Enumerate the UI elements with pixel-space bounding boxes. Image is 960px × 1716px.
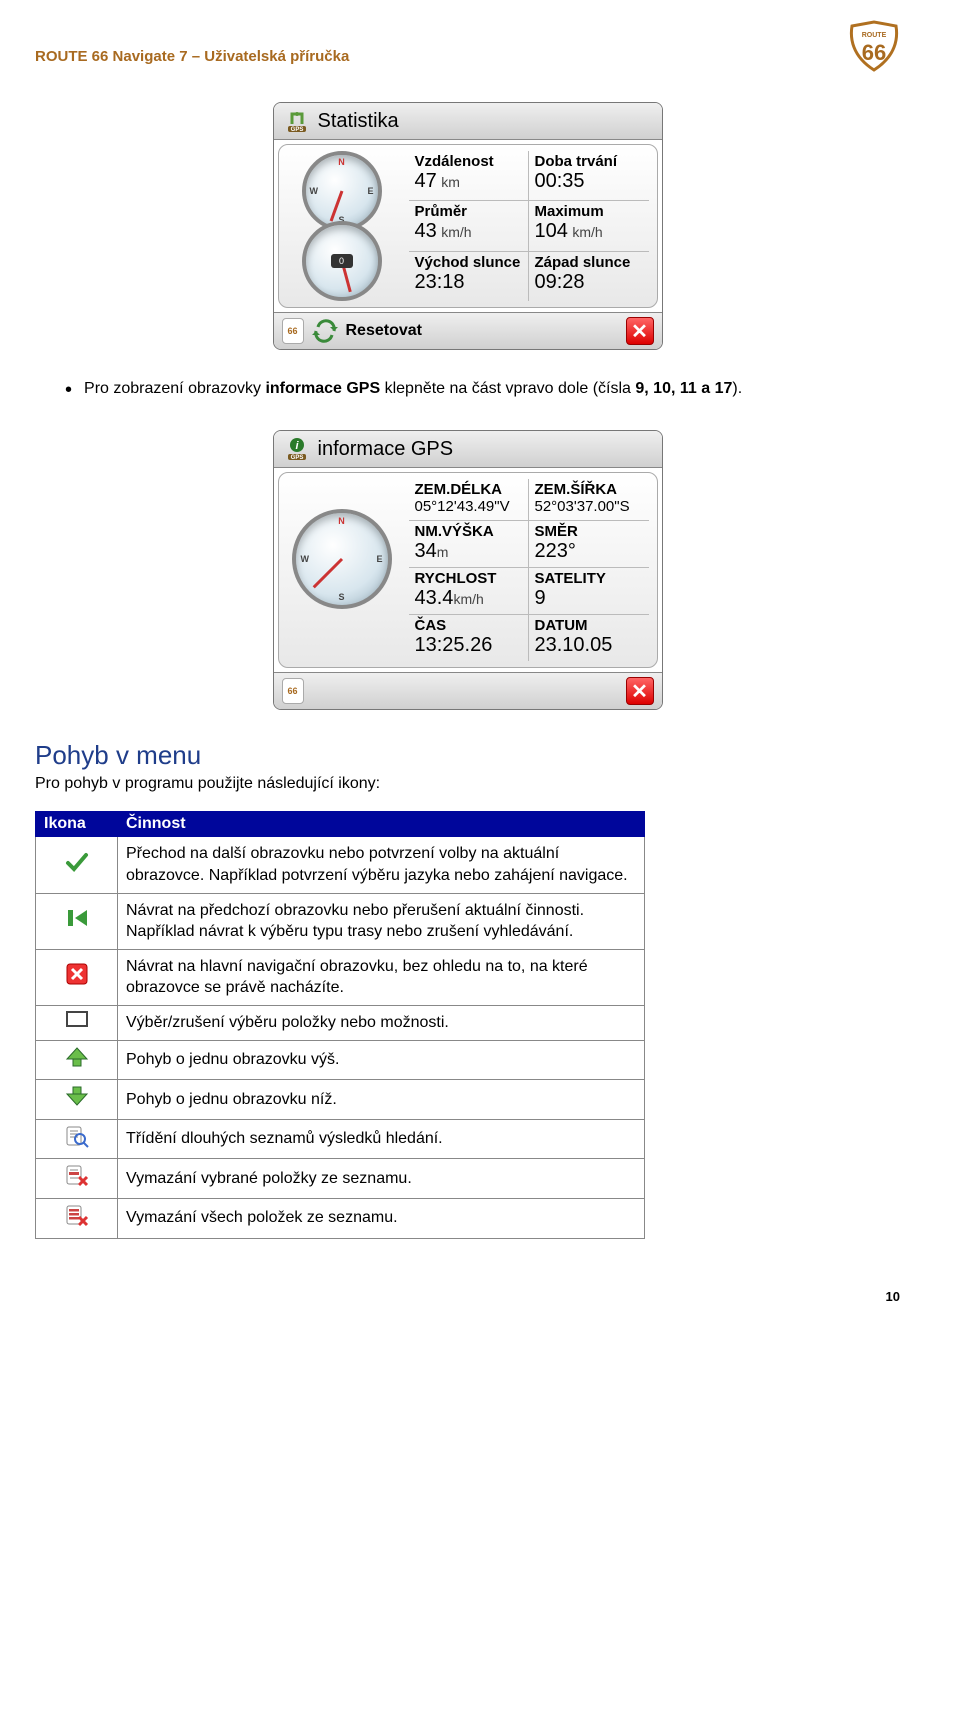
gps-label: RYCHLOST bbox=[415, 570, 522, 587]
back-icon bbox=[36, 893, 118, 949]
gps-info-icon: GPS i bbox=[284, 436, 310, 462]
svg-text:ROUTE: ROUTE bbox=[862, 32, 887, 39]
gps-titlebar: GPS i informace GPS bbox=[274, 431, 662, 468]
row-desc: Výběr/zrušení výběru položky nebo možnos… bbox=[118, 1005, 645, 1040]
gps-value: 23.10.05 bbox=[535, 634, 613, 656]
compass-gauge-icon: N S W E bbox=[292, 509, 392, 609]
table-row: Výběr/zrušení výběru položky nebo možnos… bbox=[36, 1005, 645, 1040]
stat-value: 43 bbox=[415, 220, 437, 242]
row-desc: Pohyb o jednu obrazovku výš. bbox=[118, 1040, 645, 1080]
row-desc: Vymazání všech položek ze seznamu. bbox=[118, 1198, 645, 1238]
route66-mini-icon[interactable]: 66 bbox=[282, 318, 304, 344]
stat-value: 47 bbox=[415, 170, 437, 192]
table-row: Třídění dlouhých seznamů výsledků hledán… bbox=[36, 1119, 645, 1159]
stats-footer: 66 Resetovat ✕ bbox=[274, 312, 662, 349]
compass-gauge-icon: N S W E bbox=[302, 151, 382, 231]
section-heading: Pohyb v menu bbox=[35, 740, 900, 771]
stat-label: Západ slunce bbox=[535, 254, 643, 271]
stats-titlebar: GPS Statistika bbox=[274, 103, 662, 140]
gps-value: 05°12'43.49"V bbox=[415, 498, 510, 515]
reset-icon[interactable] bbox=[312, 318, 338, 344]
sort-magnifier-icon bbox=[36, 1119, 118, 1159]
delete-item-icon bbox=[36, 1159, 118, 1199]
gps-label: DATUM bbox=[535, 617, 643, 634]
gps-value: 43.4 bbox=[415, 587, 454, 609]
section-intro: Pro pohyb v programu použijte následujíc… bbox=[35, 775, 900, 793]
reset-button[interactable]: Resetovat bbox=[346, 322, 422, 340]
stats-title: Statistika bbox=[318, 110, 399, 133]
table-row: Návrat na hlavní navigační obrazovku, be… bbox=[36, 949, 645, 1005]
stats-panel: N S W E 0 Vzdálenost47 km Doba trvání00:… bbox=[278, 144, 658, 308]
stat-value: 00:35 bbox=[535, 170, 585, 192]
gps-label: ČAS bbox=[415, 617, 522, 634]
stat-label: Maximum bbox=[535, 203, 643, 220]
stat-value: 23:18 bbox=[415, 271, 465, 293]
gps-value: 34 bbox=[415, 540, 437, 562]
heading-gauge-icon: 0 bbox=[302, 221, 382, 301]
gps-value: 223° bbox=[535, 540, 576, 562]
checkbox-icon bbox=[36, 1005, 118, 1040]
row-desc: Přechod na další obrazovku nebo potvrzen… bbox=[118, 837, 645, 893]
scroll-down-icon bbox=[36, 1080, 118, 1120]
row-desc: Třídění dlouhých seznamů výsledků hledán… bbox=[118, 1119, 645, 1159]
table-row: Pohyb o jednu obrazovku níž. bbox=[36, 1080, 645, 1120]
close-icon[interactable]: ✕ bbox=[626, 317, 654, 345]
gps-screenshot: GPS i informace GPS N S W E ZEM.DÉLKA05°… bbox=[273, 430, 663, 710]
row-desc: Vymazání vybrané položky ze seznamu. bbox=[118, 1159, 645, 1199]
stat-label: Doba trvání bbox=[535, 153, 643, 170]
stats-screenshot: GPS Statistika N S W E 0 bbox=[273, 102, 663, 350]
gauges: N S W E 0 bbox=[287, 151, 397, 301]
home-close-icon bbox=[36, 949, 118, 1005]
bullet-paragraph: • Pro zobrazení obrazovky informace GPS … bbox=[65, 378, 850, 400]
gps-value: 13:25.26 bbox=[415, 634, 493, 656]
confirm-icon bbox=[36, 837, 118, 893]
route66-shield-icon: ROUTE 66 bbox=[848, 20, 900, 72]
route66-mini-icon[interactable]: 66 bbox=[282, 678, 304, 704]
gps-label: SMĚR bbox=[535, 523, 643, 540]
th-action: Činnost bbox=[118, 812, 645, 837]
table-row: Pohyb o jednu obrazovku výš. bbox=[36, 1040, 645, 1080]
stat-label: Průměr bbox=[415, 203, 522, 220]
svg-text:GPS: GPS bbox=[290, 455, 303, 461]
stat-label: Vzdálenost bbox=[415, 153, 522, 170]
table-row: Vymazání vybrané položky ze seznamu. bbox=[36, 1159, 645, 1199]
gps-compass: N S W E bbox=[287, 479, 397, 661]
gps-panel: N S W E ZEM.DÉLKA05°12'43.49"V ZEM.ŠÍŘKA… bbox=[278, 472, 658, 668]
table-row: Přechod na další obrazovku nebo potvrzen… bbox=[36, 837, 645, 893]
gps-label: SATELITY bbox=[535, 570, 643, 587]
delete-all-icon bbox=[36, 1198, 118, 1238]
header-title: ROUTE 66 Navigate 7 – Uživatelská příruč… bbox=[35, 48, 349, 65]
row-desc: Pohyb o jednu obrazovku níž. bbox=[118, 1080, 645, 1120]
stats-grid: Vzdálenost47 km Doba trvání00:35 Průměr4… bbox=[409, 151, 649, 301]
stat-value: 09:28 bbox=[535, 271, 585, 293]
gps-value: 52°03'37.00"S bbox=[535, 498, 630, 515]
stat-label: Východ slunce bbox=[415, 254, 522, 271]
icon-table: Ikona Činnost Přechod na další obrazovku… bbox=[35, 811, 645, 1238]
gps-label: NM.VÝŠKA bbox=[415, 523, 522, 540]
row-desc: Návrat na předchozí obrazovku nebo přeru… bbox=[118, 893, 645, 949]
stat-value: 104 bbox=[535, 220, 568, 242]
gps-grid: ZEM.DÉLKA05°12'43.49"V ZEM.ŠÍŘKA52°03'37… bbox=[409, 479, 649, 661]
table-row: Vymazání všech položek ze seznamu. bbox=[36, 1198, 645, 1238]
scroll-up-icon bbox=[36, 1040, 118, 1080]
gps-satellite-icon: GPS bbox=[284, 108, 310, 134]
gps-label: ZEM.ŠÍŘKA bbox=[535, 481, 643, 498]
row-desc: Návrat na hlavní navigační obrazovku, be… bbox=[118, 949, 645, 1005]
th-icon: Ikona bbox=[36, 812, 118, 837]
page-header: ROUTE 66 Navigate 7 – Uživatelská příruč… bbox=[35, 20, 900, 72]
close-icon[interactable]: ✕ bbox=[626, 677, 654, 705]
page-number: 10 bbox=[35, 1289, 900, 1304]
svg-text:66: 66 bbox=[862, 40, 886, 65]
gps-title: informace GPS bbox=[318, 438, 454, 461]
svg-text:GPS: GPS bbox=[290, 127, 303, 133]
table-row: Návrat na předchozí obrazovku nebo přeru… bbox=[36, 893, 645, 949]
gps-label: ZEM.DÉLKA bbox=[415, 481, 522, 498]
gps-footer: 66 ✕ bbox=[274, 672, 662, 709]
gps-value: 9 bbox=[535, 587, 546, 609]
